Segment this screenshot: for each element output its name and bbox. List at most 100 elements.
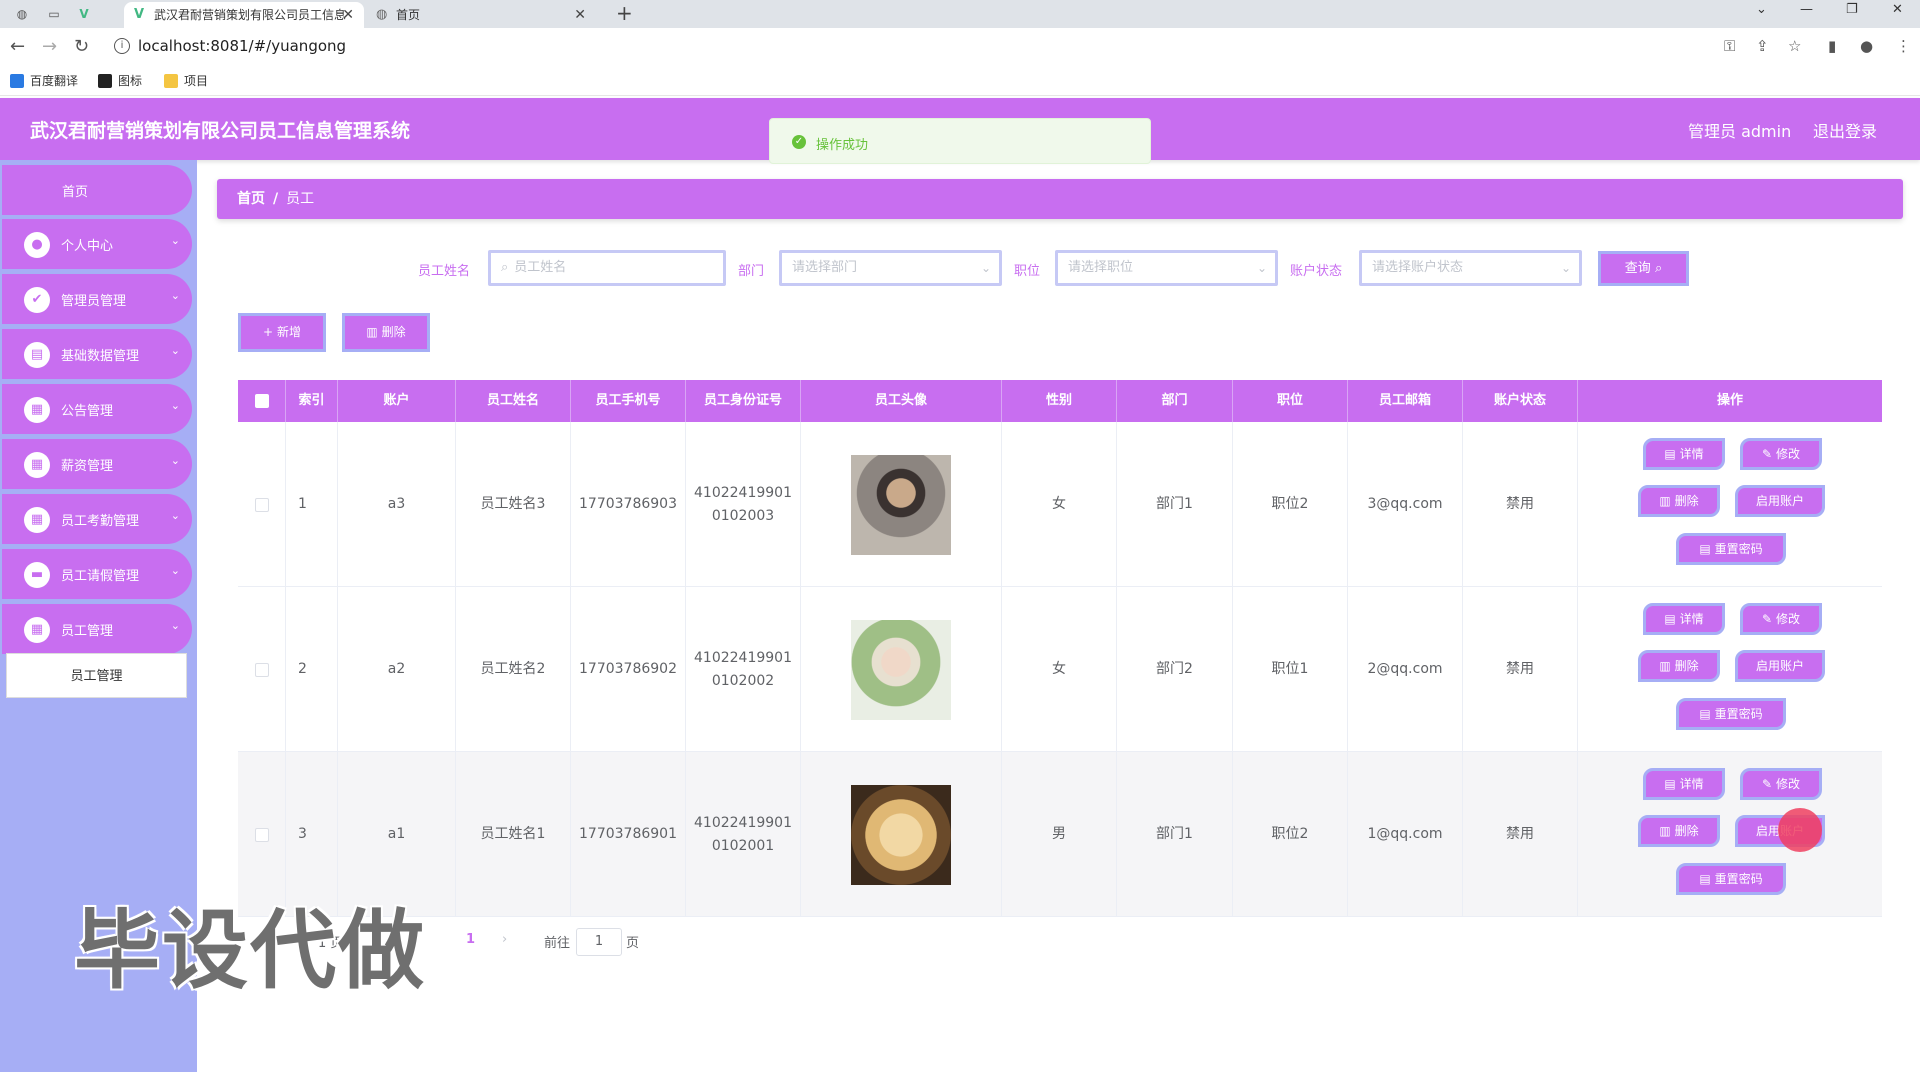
admin-icon: ✔ [24, 287, 50, 313]
col-avatar: 员工头像 [801, 380, 1002, 422]
row-checkbox[interactable] [254, 827, 269, 842]
delete-button[interactable]: ▥ 删除 [1638, 485, 1720, 517]
menu-dots-icon[interactable]: ⋮ [1896, 37, 1911, 55]
click-ripple [1778, 808, 1822, 852]
globe-icon[interactable]: ◍ [14, 6, 30, 22]
sidebar-item-admin[interactable]: ✔ 管理员管理 ⌄ [2, 274, 192, 324]
edit-icon: ✎ [1762, 777, 1773, 791]
star-icon[interactable]: ☆ [1788, 37, 1801, 55]
tab-current[interactable]: V 武汉君耐营销策划有限公司员工信息 ✕ [124, 2, 364, 28]
globe-icon: ◍ [376, 7, 388, 22]
row-checkbox[interactable] [254, 662, 269, 677]
cell-account: a3 [338, 422, 456, 587]
edit-button[interactable]: ✎ 修改 [1740, 768, 1822, 800]
tab-home[interactable]: ◍ 首页 ✕ [366, 2, 596, 28]
table-row: 2 a2 员工姓名2 17703786902 41022419901 010200… [238, 587, 1882, 752]
row-checkbox[interactable] [254, 497, 269, 512]
select-all-header [238, 380, 286, 422]
breadcrumb-separator: / [273, 191, 279, 207]
close-tab-icon[interactable]: ✕ [342, 2, 354, 28]
enable-account-button[interactable]: 启用账户 [1735, 485, 1825, 517]
sidebar-item-salary[interactable]: ▦ 薪资管理 ⌄ [2, 439, 192, 489]
breadcrumb: 首页 / 员工 [217, 179, 1903, 219]
cell-position: 职位2 [1233, 422, 1348, 587]
dept-select[interactable]: 请选择部门 ⌄ [779, 250, 1002, 286]
delete-button[interactable]: ▥ 删除 [1638, 815, 1720, 847]
cell-phone: 17703786903 [571, 422, 686, 587]
logout-link[interactable]: 退出登录 [1813, 118, 1877, 142]
name-filter-label: 员工姓名 [418, 264, 471, 279]
current-user: 管理员 admin [1688, 122, 1792, 141]
chevron-down-icon: ⌄ [170, 509, 180, 522]
name-search-input[interactable]: ⌕ 员工姓名 [488, 250, 726, 286]
cell-name: 员工姓名3 [456, 422, 571, 587]
sidebar-item-attendance[interactable]: ▦ 员工考勤管理 ⌄ [2, 494, 192, 544]
tab-search-icon[interactable]: ⌄ [1756, 2, 1767, 17]
cell-email: 3@qq.com [1348, 422, 1463, 587]
cell-name: 员工姓名2 [456, 587, 571, 752]
search-icon: ⌕ [1654, 261, 1663, 276]
detail-button[interactable]: ▤ 详情 [1643, 438, 1725, 470]
tab-title: 武汉君耐营销策划有限公司员工信息 [154, 8, 347, 22]
close-tab-icon[interactable]: ✕ [574, 2, 586, 28]
delete-button[interactable]: ▥ 删除 [1638, 650, 1720, 682]
chevron-down-icon: ⌄ [170, 564, 180, 577]
enable-account-button[interactable]: 启用账户 [1735, 650, 1825, 682]
select-all-checkbox[interactable] [255, 394, 269, 408]
reset-password-button[interactable]: ▤ 重置密码 [1676, 863, 1786, 895]
sidebar-item-basic-data[interactable]: ▤ 基础数据管理 ⌄ [2, 329, 192, 379]
col-phone: 员工手机号 [571, 380, 686, 422]
sidebar-subitem-employee[interactable]: 员工管理 [6, 653, 187, 698]
position-select[interactable]: 请选择职位 ⌄ [1055, 250, 1278, 286]
batch-delete-button[interactable]: ▥ 删除 [342, 313, 430, 352]
cell-dept: 部门1 [1117, 422, 1233, 587]
cell-email: 2@qq.com [1348, 587, 1463, 752]
share-icon[interactable]: ⇪ [1756, 37, 1769, 55]
sidebar-item-notice[interactable]: ▦ 公告管理 ⌄ [2, 384, 192, 434]
sidebar-item-home[interactable]: 首页 [2, 165, 192, 215]
key-icon[interactable]: ⚿ [1724, 37, 1735, 55]
back-icon[interactable]: ← [10, 36, 25, 58]
col-email: 员工邮箱 [1348, 380, 1463, 422]
restore-icon[interactable]: ❐ [1846, 2, 1858, 17]
cell-dept: 部门1 [1117, 752, 1233, 917]
new-tab-button[interactable]: + [616, 2, 633, 24]
pagination-current-page[interactable]: 1 [466, 932, 475, 947]
document-icon: ▤ [1699, 542, 1711, 556]
reset-password-button[interactable]: ▤ 重置密码 [1676, 698, 1786, 730]
watermark: 毕设代做 [74, 901, 426, 1001]
forward-icon[interactable]: → [42, 36, 57, 58]
sidebar-item-profile[interactable]: ● 个人中心 ⌄ [2, 219, 192, 269]
sidepanel-icon[interactable]: ▮ [1828, 37, 1836, 55]
query-button[interactable]: 查询 ⌕ [1598, 251, 1689, 286]
blank-tab-icon[interactable]: ▭ [46, 6, 62, 22]
sidebar-item-employee[interactable]: ▦ 员工管理 ⌄ [2, 604, 192, 654]
site-info-icon[interactable]: i [114, 38, 130, 54]
vue-tab-icon[interactable]: V [76, 6, 92, 22]
reload-icon[interactable]: ↻ [74, 36, 89, 58]
url-field[interactable]: localhost:8081/#/yuangong [138, 37, 346, 55]
document-icon: ▤ [1699, 872, 1711, 886]
add-button[interactable]: + 新增 [238, 313, 326, 352]
profile-icon[interactable]: ● [1860, 37, 1873, 55]
breadcrumb-home[interactable]: 首页 [237, 191, 265, 207]
minimize-icon[interactable]: — [1800, 2, 1813, 17]
browser-tab-bar: ◍ ▭ V V 武汉君耐营销策划有限公司员工信息 ✕ ◍ 首页 ✕ + ⌄ — … [0, 0, 1920, 28]
chevron-right-icon[interactable]: › [502, 932, 507, 947]
chevron-down-icon: ⌄ [170, 399, 180, 412]
bookmark-item[interactable]: 项目 [164, 72, 208, 89]
cell-gender: 女 [1002, 422, 1117, 587]
edit-button[interactable]: ✎ 修改 [1740, 603, 1822, 635]
pagination-goto-input[interactable]: 1 [576, 928, 622, 956]
bookmark-item[interactable]: 百度翻译 [10, 72, 78, 89]
cell-idcard: 41022419901 0102001 [686, 752, 801, 917]
reset-password-button[interactable]: ▤ 重置密码 [1676, 533, 1786, 565]
detail-button[interactable]: ▤ 详情 [1643, 603, 1725, 635]
bookmark-item[interactable]: 图标 [98, 72, 142, 89]
edit-button[interactable]: ✎ 修改 [1740, 438, 1822, 470]
close-window-icon[interactable]: ✕ [1892, 2, 1903, 17]
status-select[interactable]: 请选择账户状态 ⌄ [1359, 250, 1582, 286]
chevron-down-icon: ⌄ [170, 344, 180, 357]
detail-button[interactable]: ▤ 详情 [1643, 768, 1725, 800]
sidebar-item-leave[interactable]: ▬ 员工请假管理 ⌄ [2, 549, 192, 599]
